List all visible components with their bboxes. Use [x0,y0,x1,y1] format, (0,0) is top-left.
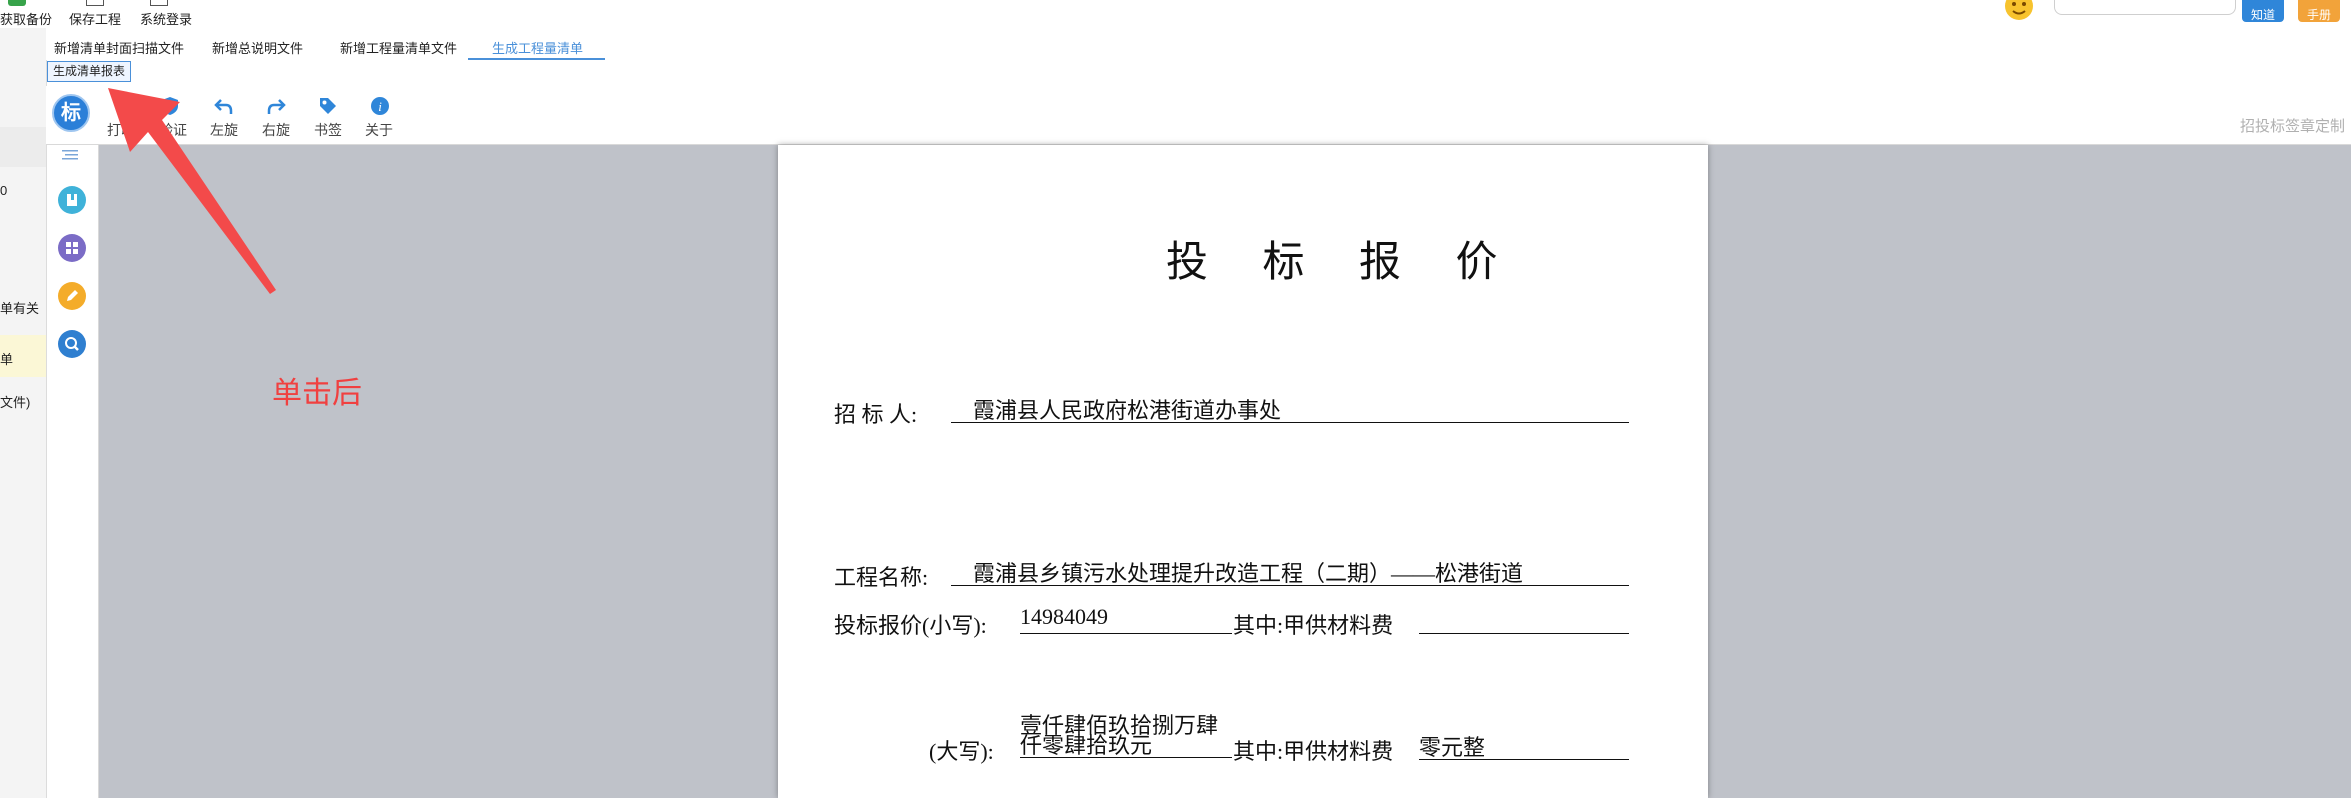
search-icon[interactable] [58,330,86,358]
grid-icon[interactable] [58,234,86,262]
pen-icon[interactable] [58,282,86,310]
bidder-label: 招 标 人: [834,402,918,427]
menu-backup[interactable]: 获取备份 [0,9,52,28]
login-icon [150,0,168,6]
bookmark-icon[interactable] [58,186,86,214]
mascot-icon [2005,0,2033,20]
price-big-label: (大写): [929,739,994,764]
annotation-arrow [108,88,276,294]
tab-add-bill-file[interactable]: 新增工程量清单文件 [340,38,457,57]
supply-fee-label-1: 其中:甲供材料费 [1233,613,1394,638]
tree-item-selected-bg [0,127,46,167]
tab-generate-bill[interactable]: 生成工程量清单 [492,38,583,57]
tag-icon [320,98,336,114]
search-input[interactable] [2054,0,2236,15]
annotation-text: 单击后 [272,376,362,411]
supply-fee-label-2: 其中:甲供材料费 [1233,739,1394,764]
info-icon: i [371,97,389,115]
price-small-label: 投标报价(小写): [834,613,987,638]
svg-text:i: i [378,99,382,114]
tree-item-3[interactable]: 文件) [0,392,30,411]
active-tab-indicator [468,58,605,60]
app-logo: 标 [52,94,90,132]
bidder-value: 霞浦县人民政府松港街道办事处 [951,393,1629,423]
price-big-value-line2: 仟零肆拾玖元 [1020,728,1232,758]
manual-button[interactable]: 手册 [2298,0,2340,22]
tree-item-1[interactable]: 单有关 [0,298,39,317]
top-menu-bar [0,0,2351,28]
supply-fee-value-2: 零元整 [1419,730,1629,760]
know-button[interactable]: 知道 [2242,0,2284,22]
save-icon [86,0,104,6]
list-icon[interactable] [62,150,80,160]
backup-icon [8,0,26,6]
tab-add-general-notes[interactable]: 新增总说明文件 [212,38,303,57]
tab-add-cover-scan[interactable]: 新增清单封面扫描文件 [54,38,184,57]
project-label: 工程名称: [834,565,929,590]
price-small-value: 14984049 [1020,604,1232,634]
supply-fee-value-1 [1419,604,1629,634]
document-title: 投 标 报 价 [1166,240,1520,286]
about-button[interactable]: 关于 [365,120,393,140]
brand-text: 招投标签章定制 [2240,118,2346,135]
menu-save-project[interactable]: 保存工程 [69,9,121,28]
generate-report-button[interactable]: 生成清单报表 [47,61,132,82]
tree-item-0[interactable]: 0 [0,183,7,198]
menu-system-login[interactable]: 系统登录 [140,9,192,28]
project-value: 霞浦县乡镇污水处理提升改造工程（二期）——松港街道 [951,556,1629,586]
tree-item-2[interactable]: 单 [0,349,13,368]
bookmark-button[interactable]: 书签 [314,120,342,140]
